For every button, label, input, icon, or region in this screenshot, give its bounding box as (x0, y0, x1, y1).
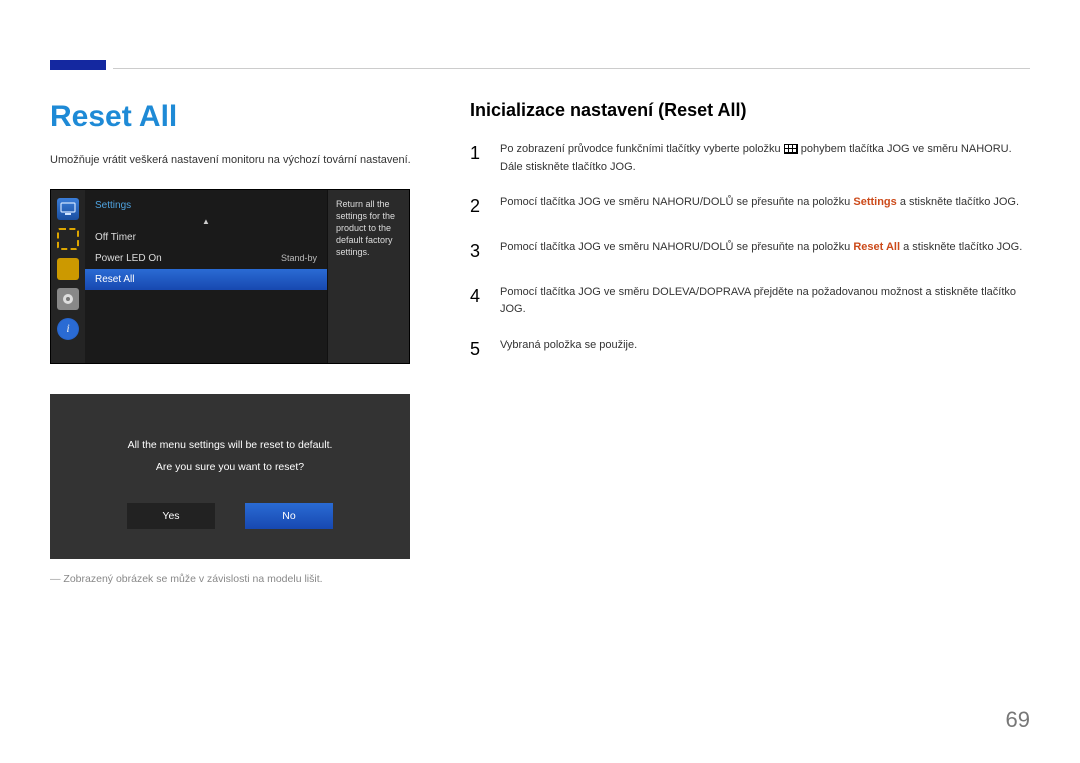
osd-item-label: Off Timer (95, 232, 136, 243)
image-caption: Zobrazený obrázek se může v závislosti n… (50, 573, 430, 585)
inline-resetall: Reset All (853, 241, 900, 253)
info-icon: i (57, 318, 79, 340)
step-text: Pomocí tlačítka JOG ve směru DOLEVA/DOPR… (500, 282, 1030, 319)
step-text: Vybraná položka se použije. (500, 335, 1030, 364)
osd-item-offtimer: Off Timer (85, 227, 327, 248)
confirm-msg-2: Are you sure you want to reset? (80, 461, 380, 473)
step-number: 5 (470, 335, 486, 364)
confirm-no-button: No (245, 503, 333, 529)
osd-confirm-screenshot: All the menu settings will be reset to d… (50, 394, 410, 559)
osd-help-panel: Return all the settings for the product … (327, 190, 409, 363)
osd-item-resetall: Reset All (85, 269, 327, 290)
osd-menu-list: Settings ▲ Off Timer Power LED On Stand-b… (85, 190, 327, 363)
size-icon (57, 258, 79, 280)
step-number: 3 (470, 237, 486, 266)
step-4: 4 Pomocí tlačítka JOG ve směru DOLEVA/DO… (470, 282, 1030, 319)
inline-settings: Settings (853, 196, 896, 208)
confirm-msg-1: All the menu settings will be reset to d… (80, 439, 380, 451)
intro-text: Umožňuje vrátit veškerá nastavení monito… (50, 152, 430, 169)
page-title: Reset All (50, 100, 430, 134)
header-accent-bar (50, 60, 106, 70)
osd-sidebar: i (51, 190, 85, 363)
scroll-up-indicator: ▲ (85, 217, 327, 227)
page-number: 69 (1006, 707, 1030, 733)
header-rule (113, 68, 1030, 69)
left-column: Reset All Umožňuje vrátit veškerá nastav… (50, 100, 430, 585)
picture-icon (57, 228, 79, 250)
osd-settings-screenshot: i Settings ▲ Off Timer Power LED On Stand… (50, 189, 410, 364)
right-column: Inicializace nastavení (Reset All) 1 Po … (470, 100, 1030, 585)
osd-item-powerled: Power LED On Stand-by (85, 248, 327, 269)
osd-heading: Settings (85, 196, 327, 217)
osd-item-value: Stand-by (281, 253, 317, 264)
menu-grid-icon (784, 144, 798, 154)
step-5: 5 Vybraná položka se použije. (470, 335, 1030, 364)
step-3: 3 Pomocí tlačítka JOG ve směru NAHORU/DO… (470, 237, 1030, 266)
display-icon (57, 198, 79, 220)
osd-item-label: Reset All (95, 274, 134, 285)
step-2: 2 Pomocí tlačítka JOG ve směru NAHORU/DO… (470, 192, 1030, 221)
step-text: Pomocí tlačítka JOG ve směru NAHORU/DOLŮ… (500, 192, 1030, 221)
section-heading: Inicializace nastavení (Reset All) (470, 100, 1030, 121)
step-text: Po zobrazení průvodce funkčními tlačítky… (500, 139, 1030, 176)
step-number: 2 (470, 192, 486, 221)
step-text: Pomocí tlačítka JOG ve směru NAHORU/DOLŮ… (500, 237, 1030, 266)
page-content: Reset All Umožňuje vrátit veškerá nastav… (0, 0, 1080, 615)
step-number: 4 (470, 282, 486, 319)
step-number: 1 (470, 139, 486, 176)
gear-icon (57, 288, 79, 310)
osd-item-label: Power LED On (95, 253, 162, 264)
confirm-yes-button: Yes (127, 503, 215, 529)
step-1: 1 Po zobrazení průvodce funkčními tlačít… (470, 139, 1030, 176)
